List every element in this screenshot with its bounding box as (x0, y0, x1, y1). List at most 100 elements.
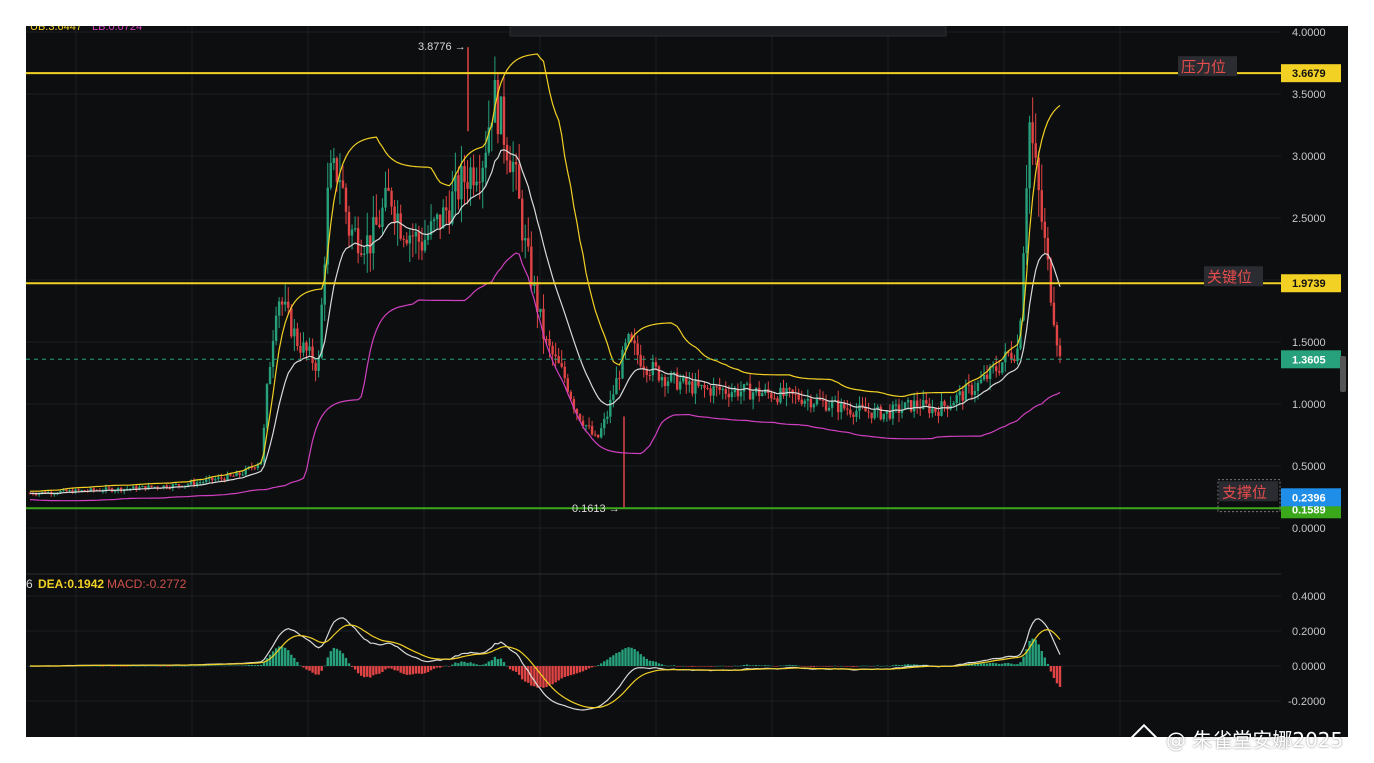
macd-bar (806, 666, 810, 667)
macd-bar (244, 665, 247, 666)
macd-bar (1058, 666, 1062, 687)
macd-bar (897, 665, 901, 666)
macd-bar (788, 664, 791, 666)
candle-body (457, 175, 460, 200)
macd-bar (481, 664, 484, 666)
macd-bar (745, 664, 749, 666)
candle-body (435, 214, 439, 220)
macd-bar (514, 666, 518, 672)
candle-body (852, 414, 855, 417)
macd-bar (174, 665, 178, 667)
candle-body (226, 474, 229, 481)
macd-bar (399, 666, 402, 673)
macd-bar (271, 651, 275, 666)
candle-body (800, 399, 803, 404)
macd-bar (198, 665, 202, 667)
candle-body (150, 485, 153, 488)
macd-bar (126, 666, 129, 667)
candle-body (229, 474, 232, 476)
candle-body (508, 160, 512, 173)
macd-bar (754, 665, 758, 666)
candle-body (463, 166, 466, 183)
candle-body (332, 158, 336, 164)
candle-body (703, 384, 706, 389)
macd-bar (861, 665, 864, 667)
macd-bar (156, 665, 159, 667)
macd-bar (1010, 663, 1013, 666)
candle-body (827, 407, 831, 411)
candle-body (1040, 190, 1043, 222)
candle-body (274, 315, 278, 341)
candle-body (460, 166, 463, 200)
candle-body (867, 411, 870, 413)
macd-bar (833, 665, 837, 667)
macd-bar (982, 663, 986, 666)
candle-body (615, 378, 618, 395)
macd-bar (505, 665, 509, 667)
macd-bar (618, 651, 621, 666)
candle-body (521, 198, 524, 241)
macd-bar (578, 666, 582, 673)
candle-body (220, 477, 223, 479)
candle-body (359, 253, 363, 255)
price-axis: 4.00003.50003.00002.50002.00001.50001.00… (1281, 26, 1348, 737)
macd-bar (870, 666, 873, 667)
macd-bar (98, 665, 102, 667)
macd-bar (770, 665, 773, 667)
chart-panel[interactable]: 压力位 关键位 支撑位 3.8776 → 0.1613 → UB:3.6447 LB:0.0… (26, 26, 1348, 737)
macd-bar (375, 666, 378, 675)
macd-bar (496, 659, 500, 666)
candle-body (530, 246, 533, 286)
candle-body (937, 411, 940, 416)
candle-body (879, 406, 882, 420)
macd-bar (636, 651, 639, 666)
macd-bar (651, 661, 655, 666)
macd-bar (478, 665, 481, 666)
candle-body (484, 152, 487, 168)
macd-bar (900, 664, 904, 666)
candle-body (414, 231, 418, 237)
candle-body (481, 167, 484, 183)
chart-svg[interactable]: 压力位关键位支撑位 3.8776 → 0.1613 → UB:3.6447 LB:0.0… (26, 26, 1348, 737)
candle-body (718, 386, 721, 391)
macd-bar (205, 665, 208, 667)
candle-body (314, 363, 317, 371)
candle-body (679, 381, 682, 390)
candle-body (873, 408, 876, 419)
macd-bar (876, 665, 879, 666)
macd-bar (195, 665, 199, 667)
candle-body (730, 392, 734, 398)
macd-bar (381, 666, 384, 672)
candle-body (600, 428, 603, 438)
macd-bar (317, 666, 320, 675)
support-extra-label: 0.2396 (1292, 492, 1326, 504)
macd-bar (666, 665, 670, 667)
macd-bar (700, 666, 703, 667)
macd-bar (408, 666, 411, 675)
macd-tick-label: 0.2000 (1292, 626, 1326, 638)
candle-body (545, 338, 548, 340)
candle-body (472, 167, 475, 186)
macd-bar (1028, 640, 1031, 666)
macd-bar (220, 665, 223, 667)
macd-bar (827, 666, 831, 667)
dif-line (29, 617, 1061, 711)
macd-bar (502, 662, 506, 666)
candle-body (846, 408, 849, 410)
macd-tick-label: 0.0000 (1292, 661, 1326, 673)
axis-scroll-handle[interactable] (1340, 356, 1346, 392)
candle-body (268, 366, 272, 385)
macd-bar (761, 665, 764, 666)
candle-body (952, 402, 955, 406)
candle-body (77, 489, 80, 491)
candle-body (906, 400, 910, 403)
macd-bar (508, 666, 512, 670)
macd-bar (229, 665, 232, 667)
candle-body (363, 253, 366, 255)
candle-body (803, 400, 806, 404)
macd-bar (332, 647, 336, 666)
level-tag-label: 关键位 (1207, 268, 1252, 286)
watermark-text: @ 朱雀堂安娜2025 (1166, 728, 1344, 752)
candle-body (442, 207, 445, 229)
macd-bar (363, 666, 366, 678)
